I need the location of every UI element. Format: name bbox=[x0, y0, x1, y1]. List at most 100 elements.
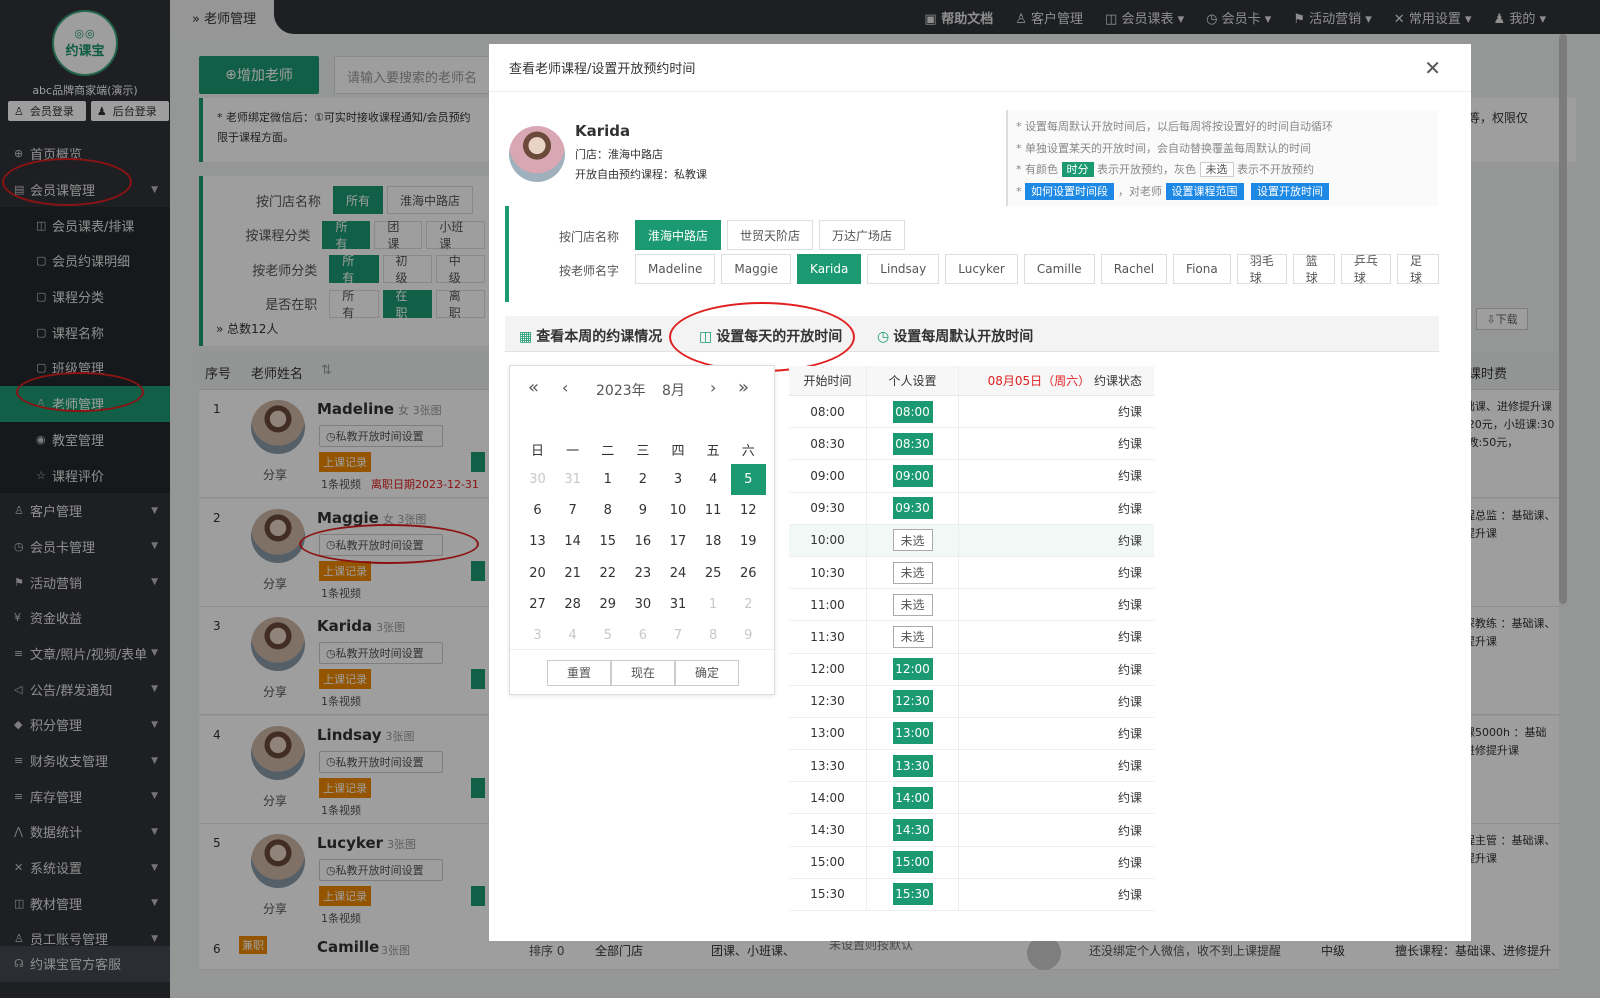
booking-status[interactable]: 约课 bbox=[959, 596, 1154, 613]
calendar-day[interactable]: 8 bbox=[696, 620, 731, 651]
calendar-day[interactable]: 5 bbox=[590, 620, 625, 651]
calendar-day[interactable]: 1 bbox=[696, 589, 731, 620]
calendar-day[interactable]: 25 bbox=[696, 558, 731, 589]
booking-status[interactable]: 约课 bbox=[959, 854, 1154, 871]
teacher-chip[interactable]: Lindsay bbox=[867, 254, 940, 284]
time-slot-toggle[interactable]: 14:00 bbox=[892, 786, 933, 809]
calendar-day[interactable]: 8 bbox=[590, 495, 625, 526]
booking-status[interactable]: 约课 bbox=[959, 500, 1154, 517]
calendar-day[interactable]: 4 bbox=[696, 464, 731, 495]
reset-button[interactable]: 重置 bbox=[547, 659, 611, 686]
next-year-icon[interactable]: » bbox=[738, 377, 749, 398]
set-course-range-button[interactable]: 设置课程范围 bbox=[1165, 182, 1244, 200]
time-slot-toggle[interactable]: 14:30 bbox=[892, 819, 933, 842]
set-open-time-button[interactable]: 设置开放时间 bbox=[1251, 182, 1329, 200]
calendar-day[interactable]: 19 bbox=[731, 526, 766, 557]
store-chip[interactable]: 万达广场店 bbox=[819, 220, 906, 250]
calendar-day[interactable]: 10 bbox=[661, 495, 696, 526]
time-slot-toggle[interactable]: 未选 bbox=[892, 529, 933, 552]
now-button[interactable]: 现在 bbox=[611, 659, 675, 686]
calendar-day[interactable]: 7 bbox=[661, 620, 696, 651]
booking-status[interactable]: 约课 bbox=[959, 693, 1154, 710]
calendar-day[interactable]: 31 bbox=[555, 464, 590, 495]
calendar-day[interactable]: 24 bbox=[661, 558, 696, 589]
calendar-day[interactable]: 5 bbox=[730, 464, 766, 496]
calendar-year[interactable]: 2023年 bbox=[596, 380, 646, 400]
store-chip[interactable]: 淮海中路店 bbox=[635, 220, 722, 250]
calendar-day[interactable]: 18 bbox=[696, 526, 731, 557]
tab-week-bookings[interactable]: ▦ 查看本周的约课情况 bbox=[519, 326, 662, 346]
time-slot-toggle[interactable]: 未选 bbox=[892, 561, 933, 584]
time-slot-toggle[interactable]: 未选 bbox=[892, 625, 933, 648]
teacher-chip[interactable]: Lucyker bbox=[945, 254, 1018, 284]
booking-status[interactable]: 约课 bbox=[959, 628, 1154, 645]
calendar-day[interactable]: 4 bbox=[555, 620, 590, 651]
calendar-day[interactable]: 30 bbox=[625, 589, 660, 620]
calendar-day[interactable]: 17 bbox=[661, 526, 696, 557]
booking-status[interactable]: 约课 bbox=[959, 822, 1154, 839]
calendar-day[interactable]: 3 bbox=[520, 620, 555, 651]
teacher-chip[interactable]: 篮球 bbox=[1292, 254, 1335, 285]
booking-status[interactable]: 约课 bbox=[959, 661, 1154, 678]
time-slot-toggle[interactable]: 13:00 bbox=[892, 722, 933, 745]
teacher-chip[interactable]: Fiona bbox=[1173, 254, 1231, 284]
teacher-chip[interactable]: Rachel bbox=[1100, 254, 1168, 284]
booking-status[interactable]: 约课 bbox=[959, 789, 1154, 806]
teacher-chip[interactable]: Madeline bbox=[635, 254, 716, 284]
calendar-day[interactable]: 13 bbox=[520, 526, 555, 557]
calendar-day[interactable]: 31 bbox=[661, 589, 696, 620]
calendar-day[interactable]: 1 bbox=[590, 464, 625, 495]
time-slot-toggle[interactable]: 未选 bbox=[892, 593, 933, 616]
calendar-day[interactable]: 3 bbox=[661, 464, 696, 495]
booking-status[interactable]: 约课 bbox=[959, 467, 1154, 484]
time-slot-toggle[interactable]: 08:00 bbox=[892, 400, 933, 423]
calendar-day[interactable]: 20 bbox=[520, 558, 555, 589]
booking-status[interactable]: 约课 bbox=[959, 725, 1154, 742]
time-slot-toggle[interactable]: 09:30 bbox=[892, 497, 933, 520]
calendar-day[interactable]: 29 bbox=[590, 589, 625, 620]
teacher-chip[interactable]: Karida bbox=[797, 254, 862, 284]
calendar-day[interactable]: 30 bbox=[520, 464, 555, 495]
tab-weekly-default[interactable]: ◷ 设置每周默认开放时间 bbox=[877, 326, 1033, 346]
teacher-chip[interactable]: Camille bbox=[1023, 254, 1095, 284]
teacher-chip[interactable]: 足球 bbox=[1396, 254, 1439, 285]
calendar-month[interactable]: 8月 bbox=[662, 380, 685, 400]
time-slot-toggle[interactable]: 15:00 bbox=[892, 851, 933, 874]
calendar-day[interactable]: 11 bbox=[696, 495, 731, 526]
time-slot-toggle[interactable]: 09:00 bbox=[892, 464, 933, 487]
prev-year-icon[interactable]: « bbox=[528, 377, 539, 398]
calendar-day[interactable]: 15 bbox=[590, 526, 625, 557]
store-chip[interactable]: 世贸天阶店 bbox=[727, 220, 814, 250]
booking-status[interactable]: 约课 bbox=[959, 532, 1154, 549]
confirm-button[interactable]: 确定 bbox=[675, 659, 739, 686]
calendar-day[interactable]: 9 bbox=[731, 620, 766, 651]
booking-status[interactable]: 约课 bbox=[959, 564, 1154, 581]
calendar-day[interactable]: 22 bbox=[590, 558, 625, 589]
calendar-day[interactable]: 7 bbox=[555, 495, 590, 526]
time-slot-toggle[interactable]: 15:30 bbox=[892, 883, 933, 906]
calendar-day[interactable]: 21 bbox=[555, 558, 590, 589]
time-slot-toggle[interactable]: 13:30 bbox=[892, 754, 933, 777]
booking-status[interactable]: 约课 bbox=[959, 757, 1154, 774]
teacher-chip[interactable]: 羽毛球 bbox=[1236, 254, 1287, 285]
booking-status[interactable]: 约课 bbox=[959, 886, 1154, 903]
calendar-day[interactable]: 9 bbox=[625, 495, 660, 526]
next-month-icon[interactable]: › bbox=[710, 378, 716, 397]
time-slot-toggle[interactable]: 12:00 bbox=[892, 658, 933, 681]
teacher-chip[interactable]: Maggie bbox=[721, 254, 792, 284]
how-to-set-button[interactable]: 如何设置时间段 bbox=[1025, 182, 1114, 200]
calendar-day[interactable]: 2 bbox=[625, 464, 660, 495]
teacher-chip[interactable]: 乒乓球 bbox=[1340, 254, 1391, 285]
calendar-day[interactable]: 6 bbox=[625, 620, 660, 651]
calendar-day[interactable]: 28 bbox=[555, 589, 590, 620]
calendar-day[interactable]: 6 bbox=[520, 495, 555, 526]
calendar-day[interactable]: 14 bbox=[555, 526, 590, 557]
calendar-day[interactable]: 23 bbox=[625, 558, 660, 589]
calendar-day[interactable]: 27 bbox=[520, 589, 555, 620]
calendar-day[interactable]: 12 bbox=[731, 495, 766, 526]
calendar-day[interactable]: 16 bbox=[625, 526, 660, 557]
close-icon[interactable]: ✕ bbox=[1424, 56, 1441, 80]
booking-status[interactable]: 约课 bbox=[959, 403, 1154, 420]
booking-status[interactable]: 约课 bbox=[959, 435, 1154, 452]
prev-month-icon[interactable]: ‹ bbox=[562, 378, 568, 397]
